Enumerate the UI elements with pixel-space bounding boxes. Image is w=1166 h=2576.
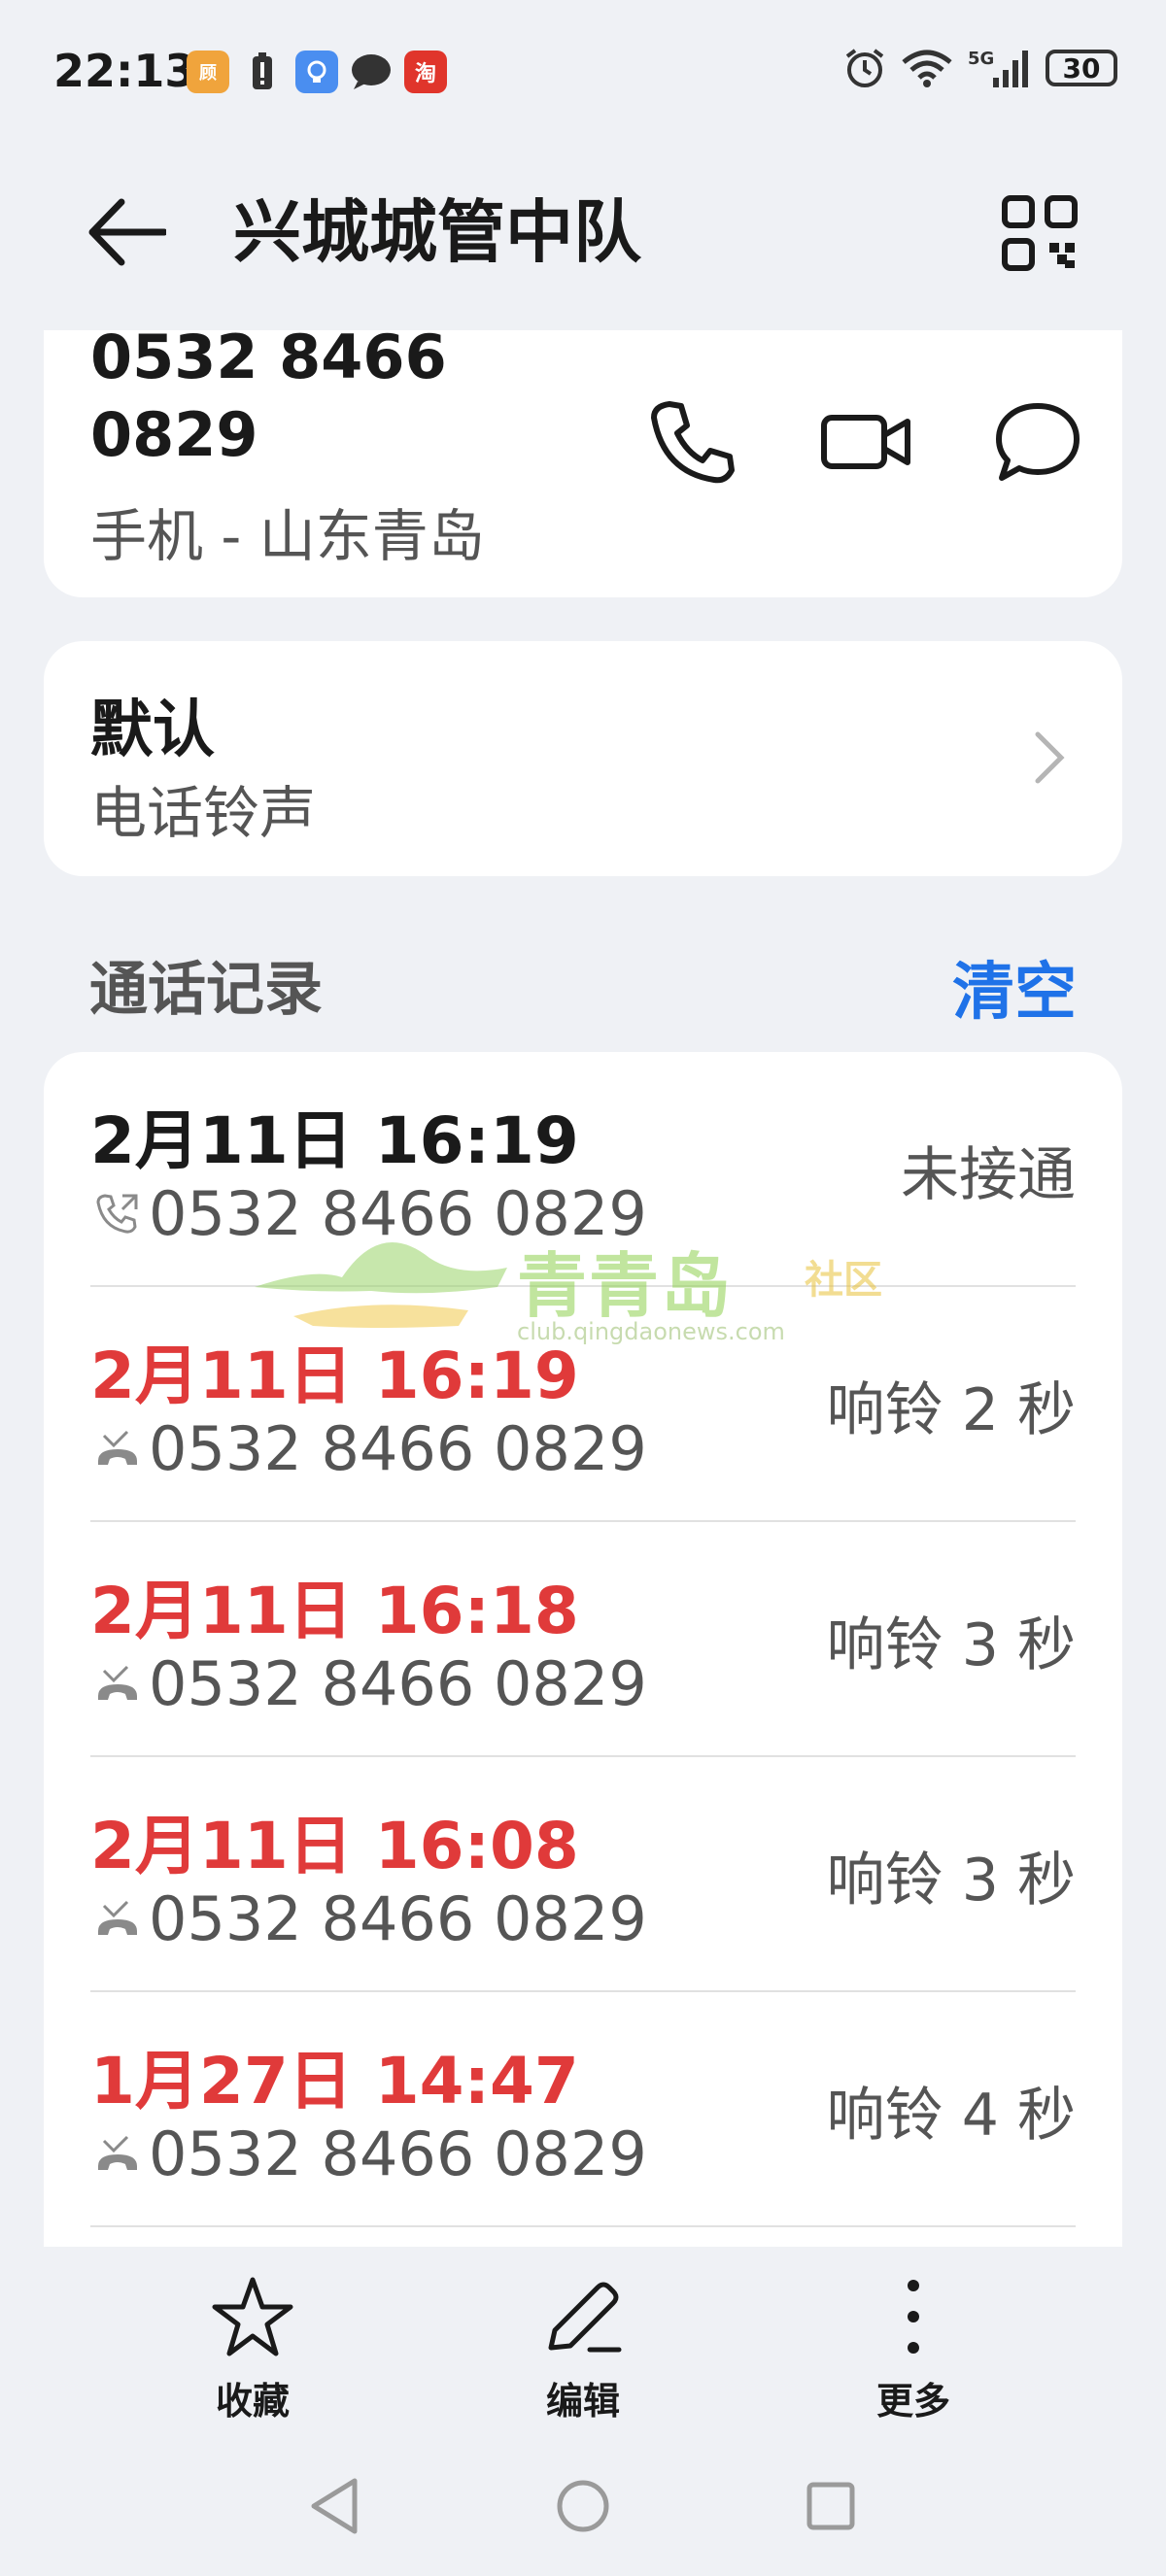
outgoing-call-icon (90, 1187, 145, 1241)
bottom-action-bar: 收藏 编辑 更多 (0, 2247, 1166, 2423)
battery-indicator: 30 (1046, 50, 1117, 86)
nav-recents-button[interactable] (792, 2467, 870, 2545)
call-status: 响铃 3 秒 (826, 1847, 1076, 1915)
favorite-button[interactable]: 收藏 (155, 2276, 350, 2424)
square-recents-icon (806, 2482, 855, 2530)
pencil-icon (548, 2282, 622, 2353)
watermark-url: club.qingdaonews.com (517, 1318, 785, 1345)
call-number: 0532 8466 0829 (149, 1413, 647, 1484)
call-log-row[interactable]: 2月11日 16:08 0532 8466 0829 响铃 3 秒 (90, 1757, 1076, 1992)
ringtone-card[interactable]: 默认 电话铃声 (44, 641, 1122, 876)
call-number-wrap: 0532 8466 0829 (90, 1883, 647, 1954)
number-type-label: 手机 - 山东青岛 (90, 503, 485, 569)
call-number-wrap: 0532 8466 0829 (90, 1413, 647, 1484)
qr-code-icon (1002, 195, 1078, 271)
chat-bubble-icon (996, 403, 1080, 481)
call-number-wrap: 0532 8466 0829 (90, 2118, 647, 2189)
call-status: 响铃 2 秒 (826, 1376, 1076, 1444)
signal-5g-icon: 5G (968, 49, 1028, 87)
clear-call-log-button[interactable]: 清空 (952, 942, 1077, 1032)
triangle-back-icon (311, 2478, 358, 2534)
circle-home-icon (557, 2480, 609, 2532)
hospital-app-icon: 顾 (187, 51, 229, 93)
more-vertical-icon (908, 2280, 919, 2354)
phone-number-line2: 0829 (90, 399, 258, 470)
edit-button[interactable]: 编辑 (486, 2276, 680, 2424)
taobao-app-icon: 淘 (404, 51, 447, 93)
call-time: 1月27日 14:47 (90, 2044, 579, 2118)
battery-alert-icon (241, 51, 284, 93)
app-bar: 兴城城管中队 (0, 165, 1166, 291)
qr-code-button[interactable] (991, 185, 1088, 282)
watermark-title: 青青岛 (517, 1245, 734, 1327)
phone-number-line1: 0532 8466 (90, 330, 447, 392)
missed-call-icon (90, 1892, 145, 1947)
call-number: 0532 8466 0829 (149, 1648, 647, 1719)
favorite-label: 收藏 (215, 2380, 290, 2423)
call-log-header: 通话记录 (89, 956, 323, 1024)
chevron-right-icon (1015, 719, 1083, 797)
video-camera-icon (821, 415, 910, 469)
page-title: 兴城城管中队 (233, 192, 641, 272)
missed-call-icon (90, 2127, 145, 2182)
call-log-row[interactable]: 2月11日 16:18 0532 8466 0829 响铃 3 秒 (90, 1522, 1076, 1757)
mountain-logo-icon (255, 1242, 507, 1328)
more-label: 更多 (875, 2380, 950, 2423)
message-button[interactable] (984, 389, 1091, 495)
call-number: 0532 8466 0829 (149, 2118, 647, 2189)
ringtone-name: 默认 (90, 695, 215, 766)
bulb-app-icon (295, 51, 338, 93)
call-status: 响铃 3 秒 (826, 1611, 1076, 1679)
wifi-icon (902, 50, 952, 87)
nav-back-button[interactable] (296, 2467, 374, 2545)
call-time: 2月11日 16:08 (90, 1809, 579, 1883)
back-button[interactable] (78, 188, 175, 276)
notification-icons: 顾 淘 (187, 51, 447, 93)
call-number: 0532 8466 0829 (149, 1883, 647, 1954)
phone-icon (651, 401, 735, 484)
contact-number-card: 0532 8466 0829 手机 - 山东青岛 (44, 330, 1122, 597)
call-time: 2月11日 16:18 (90, 1574, 579, 1648)
missed-call-icon (90, 1422, 145, 1476)
ringtone-label: 电话铃声 (90, 780, 317, 846)
call-log-row[interactable]: 1月27日 14:47 0532 8466 0829 响铃 4 秒 (90, 1992, 1076, 2227)
call-status: 响铃 4 秒 (826, 2082, 1076, 2150)
status-bar: 22:13 顾 淘 5G 30 (0, 0, 1166, 146)
system-indicators: 5G 30 (843, 47, 1117, 89)
missed-call-icon (90, 1657, 145, 1712)
more-button[interactable]: 更多 (816, 2276, 1011, 2424)
svg-text:5G: 5G (968, 49, 994, 69)
video-call-button[interactable] (813, 389, 920, 495)
alarm-icon (845, 49, 884, 87)
star-icon (212, 2277, 293, 2356)
watermark-subtitle: 社区 (805, 1258, 882, 1303)
back-arrow-icon (88, 198, 166, 266)
status-time: 22:13 (53, 45, 196, 97)
nav-home-button[interactable] (544, 2467, 622, 2545)
system-nav-bar (0, 2448, 1166, 2574)
call-button[interactable] (638, 389, 745, 495)
edit-label: 编辑 (545, 2380, 620, 2423)
call-status: 未接通 (901, 1141, 1076, 1209)
call-time: 2月11日 16:19 (90, 1103, 579, 1178)
phone-number[interactable]: 0532 8466 0829 (90, 330, 498, 474)
watermark: 青青岛 社区 club.qingdaonews.com (255, 1229, 896, 1355)
call-number-wrap: 0532 8466 0829 (90, 1648, 647, 1719)
message-app-icon (350, 51, 393, 93)
